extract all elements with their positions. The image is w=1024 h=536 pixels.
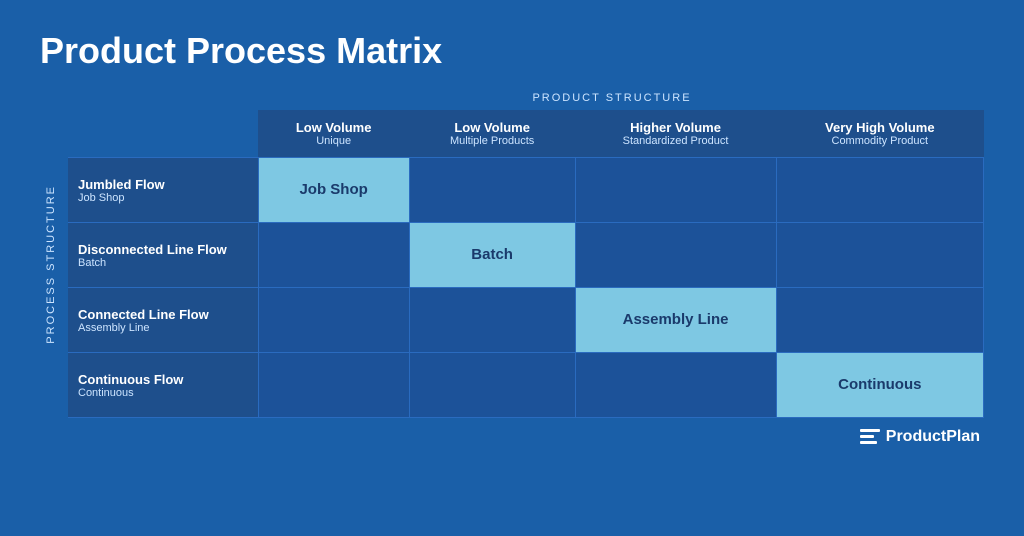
logo-text: ProductPlan [886, 428, 980, 446]
cell-1-2 [575, 223, 776, 288]
cell-1-3 [776, 223, 983, 288]
table-row: Continuous FlowContinuous Continuous [68, 353, 984, 418]
cell-3-3: Continuous [776, 353, 983, 418]
table-row: Connected Line FlowAssembly Line Assembly… [68, 288, 984, 353]
cell-1-1: Batch [409, 223, 575, 288]
cell-2-2: Assembly Line [575, 288, 776, 353]
cell-3-2 [575, 353, 776, 418]
header-col-4: Very High Volume Commodity Product [776, 110, 983, 158]
table-row: Disconnected Line FlowBatch Batch [68, 223, 984, 288]
product-structure-label: PRODUCT STRUCTURE [240, 92, 984, 104]
row-label-3: Continuous FlowContinuous [68, 353, 258, 418]
page-title: Product Process Matrix [40, 30, 984, 72]
footer: ProductPlan [40, 428, 984, 446]
matrix-wrapper: PRODUCT STRUCTURE PROCESS STRUCTURE Low … [40, 92, 984, 418]
process-structure-label: PROCESS STRUCTURE [45, 185, 57, 344]
page-container: Product Process Matrix PRODUCT STRUCTURE… [0, 0, 1024, 536]
logo-icon [860, 429, 880, 445]
cell-0-1 [409, 158, 575, 223]
cell-0-2 [575, 158, 776, 223]
cell-0-3 [776, 158, 983, 223]
cell-3-1 [409, 353, 575, 418]
matrix-table: Low Volume Unique Low Volume Multiple Pr… [68, 110, 984, 418]
matrix-area: PROCESS STRUCTURE Low Volume Unique Low … [40, 110, 984, 418]
cell-3-0 [258, 353, 409, 418]
header-row: Low Volume Unique Low Volume Multiple Pr… [68, 110, 984, 158]
header-col-2: Low Volume Multiple Products [409, 110, 575, 158]
table-row: Jumbled FlowJob ShopJob Shop [68, 158, 984, 223]
cell-2-1 [409, 288, 575, 353]
header-col-3: Higher Volume Standardized Product [575, 110, 776, 158]
row-label-2: Connected Line FlowAssembly Line [68, 288, 258, 353]
cell-1-0 [258, 223, 409, 288]
cell-2-3 [776, 288, 983, 353]
process-label-wrapper: PROCESS STRUCTURE [40, 110, 62, 418]
header-col-1: Low Volume Unique [258, 110, 409, 158]
row-label-0: Jumbled FlowJob Shop [68, 158, 258, 223]
row-label-1: Disconnected Line FlowBatch [68, 223, 258, 288]
cell-2-0 [258, 288, 409, 353]
matrix-table-wrapper: Low Volume Unique Low Volume Multiple Pr… [68, 110, 984, 418]
cell-0-0: Job Shop [258, 158, 409, 223]
productplan-logo: ProductPlan [860, 428, 980, 446]
header-empty-cell [68, 110, 258, 158]
